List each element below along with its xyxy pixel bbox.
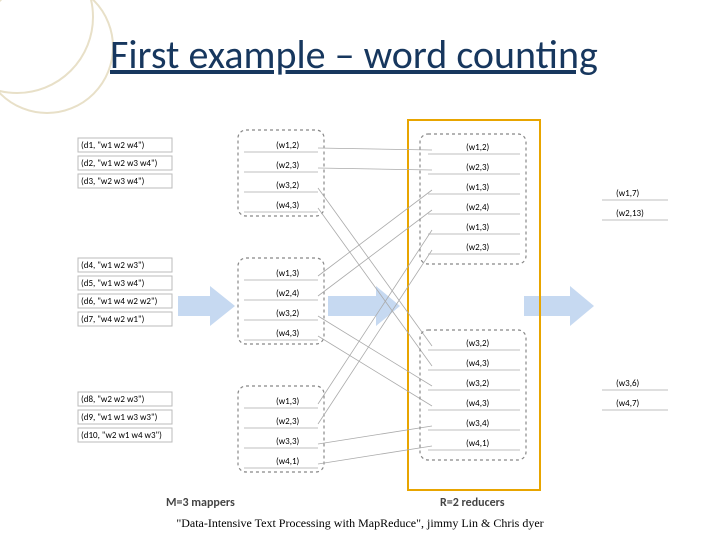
svg-text:(w3,2): (w3,2) xyxy=(276,180,300,191)
svg-text:(w2,3): (w2,3) xyxy=(276,416,300,427)
svg-text:(d5, "w1 w3 w4"): (d5, "w1 w3 w4") xyxy=(81,278,145,289)
svg-text:(w1,2): (w1,2) xyxy=(466,142,490,153)
svg-text:(w1,3): (w1,3) xyxy=(466,222,490,233)
mapper-out-3: (w1,3) (w2,3) (w3,3) (w4,1) xyxy=(244,396,318,468)
docs-group-1: (d1, "w1 w2 w4") (d2, "w1 w2 w3 w4") (d3… xyxy=(78,138,172,188)
svg-text:(w4,3): (w4,3) xyxy=(276,328,300,339)
reducers-caption: R=2 reducers xyxy=(440,496,505,510)
svg-text:(w3,2): (w3,2) xyxy=(466,338,490,349)
docs-group-3: (d8, "w2 w2 w3") (d9, "w1 w1 w3 w3") (d1… xyxy=(78,392,172,442)
svg-text:(w3,4): (w3,4) xyxy=(466,418,490,429)
svg-text:(w3,2): (w3,2) xyxy=(466,378,490,389)
svg-text:(w2,4): (w2,4) xyxy=(466,202,490,213)
svg-text:(w4,3): (w4,3) xyxy=(276,200,300,211)
svg-text:(d1, "w1 w2 w4"): (d1, "w1 w2 w4") xyxy=(81,140,145,151)
reducer-out-2: (w3,6) (w4,7) xyxy=(602,378,668,410)
svg-text:(w2,3): (w2,3) xyxy=(466,162,490,173)
svg-text:(d7, "w4 w2 w1"): (d7, "w4 w2 w1") xyxy=(81,314,145,325)
svg-text:(d10, "w2 w1 w4 w3"): (d10, "w2 w1 w4 w3") xyxy=(81,430,162,441)
svg-text:(w2,4): (w2,4) xyxy=(276,288,300,299)
svg-text:(w3,6): (w3,6) xyxy=(616,378,640,389)
citation: "Data-Intensive Text Processing with Map… xyxy=(0,516,720,531)
mapper-out-1: (w1,2) (w2,3) (w3,2) (w4,3) xyxy=(244,140,318,212)
diagram: (d1, "w1 w2 w4") (d2, "w1 w2 w3 w4") (d3… xyxy=(0,0,720,540)
svg-text:(d6, "w1 w4 w2 w2"): (d6, "w1 w4 w2 w2") xyxy=(81,296,158,307)
mappers-caption: M=3 mappers xyxy=(166,496,235,510)
arrow-reducers-to-output xyxy=(524,286,594,326)
reducer-highlight xyxy=(408,120,540,490)
svg-text:(w4,3): (w4,3) xyxy=(466,358,490,369)
arrow-docs-to-mappers xyxy=(178,286,235,326)
svg-text:(w2,3): (w2,3) xyxy=(276,160,300,171)
reducer-out-1: (w1,7) (w2,13) xyxy=(602,188,668,220)
svg-text:(d2, "w1 w2 w3 w4"): (d2, "w1 w2 w3 w4") xyxy=(81,158,158,169)
reducer-in-2: (w3,2) (w4,3) (w3,2) (w4,3) (w3,4) (w4,1… xyxy=(428,338,520,450)
svg-text:(w1,3): (w1,3) xyxy=(466,182,490,193)
svg-text:(d8, "w2 w2 w3"): (d8, "w2 w2 w3") xyxy=(81,394,145,405)
svg-text:(w2,13): (w2,13) xyxy=(616,208,644,219)
svg-text:(w1,3): (w1,3) xyxy=(276,396,300,407)
reducer-in-1: (w1,2) (w2,3) (w1,3) (w2,4) (w1,3) (w2,3… xyxy=(428,142,520,254)
svg-text:(w4,1): (w4,1) xyxy=(466,438,490,449)
svg-text:(w4,7): (w4,7) xyxy=(616,398,640,409)
svg-text:(w1,2): (w1,2) xyxy=(276,140,300,151)
svg-text:(w3,2): (w3,2) xyxy=(276,308,300,319)
svg-text:(w1,7): (w1,7) xyxy=(616,188,640,199)
svg-text:(d3, "w2 w3 w4"): (d3, "w2 w3 w4") xyxy=(81,176,145,187)
svg-text:(w4,3): (w4,3) xyxy=(466,398,490,409)
docs-group-2: (d4, "w1 w2 w3") (d5, "w1 w3 w4") (d6, "… xyxy=(78,258,172,326)
svg-text:(w3,3): (w3,3) xyxy=(276,436,300,447)
svg-text:(w2,3): (w2,3) xyxy=(466,242,490,253)
svg-text:(w1,3): (w1,3) xyxy=(276,268,300,279)
svg-text:(d9, "w1 w1 w3 w3"): (d9, "w1 w1 w3 w3") xyxy=(81,412,158,423)
svg-text:(d4, "w1 w2 w3"): (d4, "w1 w2 w3") xyxy=(81,260,145,271)
svg-text:(w4,1): (w4,1) xyxy=(276,456,300,467)
mapper-out-2: (w1,3) (w2,4) (w3,2) (w4,3) xyxy=(244,268,318,340)
